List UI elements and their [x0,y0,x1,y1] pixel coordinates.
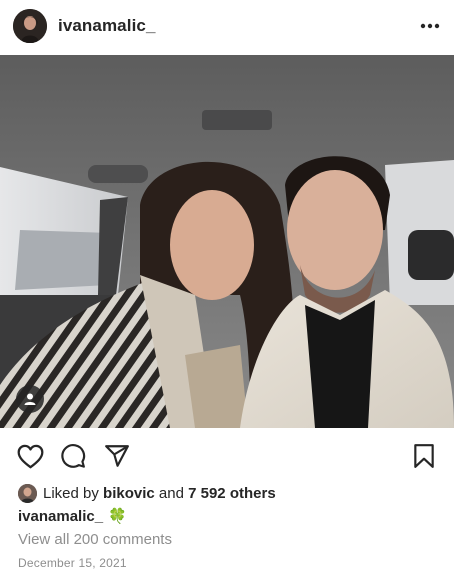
more-icon [420,23,440,29]
comment-button[interactable] [58,441,88,471]
photo-icon [0,55,454,428]
send-icon [105,445,129,467]
caption-text: 🍀 [108,508,127,525]
likes-prefix: Liked by [43,484,104,502]
instagram-post: ivanamalic_ Liked by bikovic and 7 592 o… [0,0,454,572]
more-options-button[interactable] [416,14,444,38]
like-button[interactable] [15,441,45,471]
caption: ivanamalic_ 🍀 [18,506,127,526]
profile-avatar[interactable] [13,9,47,43]
view-comments-link[interactable]: View all 200 comments [18,531,172,548]
comment-icon [61,444,86,468]
bookmark-icon [414,444,434,468]
caption-username[interactable]: ivanamalic_ [18,508,103,525]
user-tag-icon [24,393,36,405]
liker-username[interactable]: bikovic [103,485,155,502]
likes-middle: and [154,484,189,502]
share-button[interactable] [102,441,132,471]
liker-avatar[interactable] [18,483,37,503]
tagged-people-button[interactable] [16,385,44,413]
post-photo[interactable] [0,55,454,428]
post-date: December 15, 2021 [18,556,127,570]
likes-text: Liked by bikovic and 7 592 others [43,485,276,502]
post-header: ivanamalic_ [0,0,454,54]
post-username[interactable]: ivanamalic_ [58,16,156,36]
likes-summary: Liked by bikovic and 7 592 others [18,482,276,504]
save-button[interactable] [409,441,439,471]
heart-icon [17,444,43,468]
likes-count[interactable]: 7 592 others [188,485,276,502]
